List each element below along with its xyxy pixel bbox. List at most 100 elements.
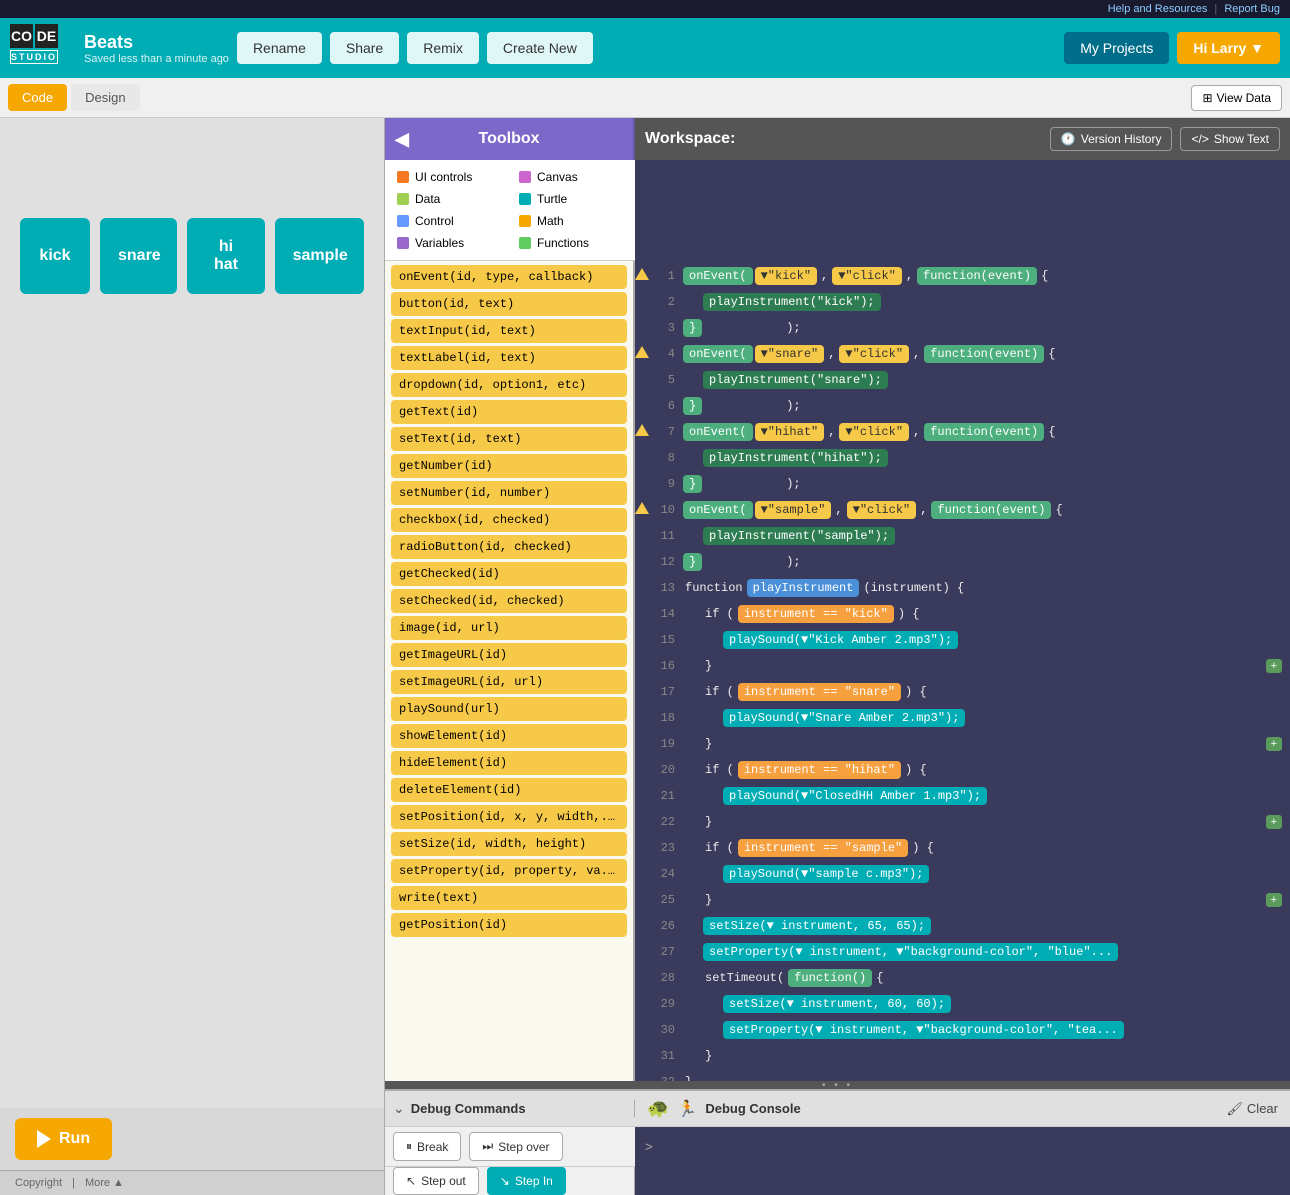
block-setImageURL[interactable]: setImageURL(id, url) — [391, 670, 627, 694]
code-lines: 1 onEvent(▼"kick",▼"click",function(even… — [635, 261, 1290, 1081]
workspace-header: Workspace: 🕐 Version History </> Show Te… — [635, 118, 1290, 160]
code-line-24: 24 playSound(▼"sample c.mp3"); — [635, 863, 1290, 889]
debug-console-section: 🐢 🏃 Debug Console 🖌 Clear — [635, 1098, 1290, 1119]
cat-turtle[interactable]: Turtle — [515, 190, 627, 208]
beat-snare-button[interactable]: snare — [100, 218, 177, 294]
block-image[interactable]: image(id, url) — [391, 616, 627, 640]
logo-cell-de: DE — [35, 24, 58, 48]
version-history-button[interactable]: 🕐 Version History — [1050, 127, 1173, 151]
code-line-16: 16 }+ — [635, 655, 1290, 681]
block-setPosition[interactable]: setPosition(id, x, y, width,... — [391, 805, 627, 829]
copyright-text: Copyright — [15, 1177, 62, 1189]
cat-control[interactable]: Control — [393, 212, 505, 230]
block-getChecked[interactable]: getChecked(id) — [391, 562, 627, 586]
share-button[interactable]: Share — [330, 32, 399, 64]
tab-design[interactable]: Design — [71, 84, 139, 111]
cat-functions[interactable]: Functions — [515, 234, 627, 252]
clear-button[interactable]: 🖌 Clear — [1226, 1101, 1278, 1117]
resize-handle[interactable]: • • • — [385, 1081, 1290, 1089]
play-icon — [37, 1130, 51, 1148]
warning-icon — [635, 502, 649, 514]
cat-math[interactable]: Math — [515, 212, 627, 230]
logo-cell-co: CO — [10, 24, 33, 48]
remix-button[interactable]: Remix — [407, 32, 479, 64]
block-getPosition[interactable]: getPosition(id) — [391, 913, 627, 937]
warning-icon — [635, 268, 649, 280]
code-line-25: 25 }+ — [635, 889, 1290, 915]
code-line-2: 2 playInstrument("kick"); — [635, 291, 1290, 317]
back-arrow-icon[interactable]: ◀ — [395, 129, 409, 150]
debug-chevron-icon[interactable]: ⌄ — [393, 1100, 405, 1117]
debug-step-btn-group: ↖ Step out ↘ Step In — [385, 1167, 635, 1195]
block-write[interactable]: write(text) — [391, 886, 627, 910]
code-line-23: 23 if (instrument == "sample") { — [635, 837, 1290, 863]
code-line-15: 15 playSound(▼"Kick Amber 2.mp3"); — [635, 629, 1290, 655]
categories-row: UI controls Canvas Data Turtle Control M… — [385, 160, 1290, 261]
block-button[interactable]: button(id, text) — [391, 292, 627, 316]
more-link[interactable]: More ▲ — [85, 1177, 124, 1189]
debug-console-input[interactable]: > — [635, 1127, 1290, 1167]
project-info: Beats Saved less than a minute ago — [84, 32, 229, 65]
block-dropdown[interactable]: dropdown(id, option1, etc) — [391, 373, 627, 397]
report-bug-link[interactable]: Report Bug — [1224, 3, 1280, 15]
beat-hihat-button[interactable]: hi hat — [187, 218, 264, 294]
logo-cell-studio: STUDIO — [10, 50, 58, 64]
beat-sample-button[interactable]: sample — [275, 218, 364, 294]
code-line-30: 30 setProperty(▼ instrument, ▼"backgroun… — [635, 1019, 1290, 1045]
block-radioButton[interactable]: radioButton(id, checked) — [391, 535, 627, 559]
block-getNumber[interactable]: getNumber(id) — [391, 454, 627, 478]
debug-buttons-row: ⏸ Break ⏭ Step over > — [385, 1127, 1290, 1167]
block-playSound[interactable]: playSound(url) — [391, 697, 627, 721]
run-button[interactable]: Run — [15, 1118, 112, 1160]
step-over-button[interactable]: ⏭ Step over — [469, 1132, 562, 1161]
second-row: Code Design ⊞ View Data — [0, 78, 1290, 118]
block-checkbox[interactable]: checkbox(id, checked) — [391, 508, 627, 532]
left-panel: kick snare hi hat sample Run Copyright |… — [0, 118, 385, 1195]
block-deleteElement[interactable]: deleteElement(id) — [391, 778, 627, 802]
beat-kick-button[interactable]: kick — [20, 218, 90, 294]
code-line-26: 26 setSize(▼ instrument, 65, 65); — [635, 915, 1290, 941]
workspace-label: Workspace: — [645, 130, 735, 148]
block-onEvent[interactable]: onEvent(id, type, callback) — [391, 265, 627, 289]
create-new-button[interactable]: Create New — [487, 32, 593, 64]
cat-variables[interactable]: Variables — [393, 234, 505, 252]
block-textLabel[interactable]: textLabel(id, text) — [391, 346, 627, 370]
block-showElement[interactable]: showElement(id) — [391, 724, 627, 748]
code-line-13: 13 functionplayInstrument(instrument) { — [635, 577, 1290, 603]
debug-commands-section: ⌄ Debug Commands — [385, 1100, 635, 1117]
debug-header: ⌄ Debug Commands 🐢 🏃 Debug Console 🖌 Cle… — [385, 1091, 1290, 1127]
right-panel: ◀ Toolbox Workspace: 🕐 Version History <… — [385, 118, 1290, 1195]
code-line-8: 8 playInstrument("hihat"); — [635, 447, 1290, 473]
cat-ui-controls[interactable]: UI controls — [393, 168, 505, 186]
block-setProperty[interactable]: setProperty(id, property, va... — [391, 859, 627, 883]
table-icon: ⊞ — [1202, 91, 1212, 105]
hi-larry-button[interactable]: Hi Larry ▼ — [1177, 32, 1280, 64]
code-line-4: 4 onEvent(▼"snare",▼"click",function(eve… — [635, 343, 1290, 369]
code-line-28: 28 setTimeout(function(){ — [635, 967, 1290, 993]
block-setChecked[interactable]: setChecked(id, checked) — [391, 589, 627, 613]
code-line-1: 1 onEvent(▼"kick",▼"click",function(even… — [635, 265, 1290, 291]
help-link[interactable]: Help and Resources — [1108, 3, 1208, 15]
toolbox-panel: onEvent(id, type, callback) button(id, t… — [385, 261, 635, 1081]
block-setText[interactable]: setText(id, text) — [391, 427, 627, 451]
block-setNumber[interactable]: setNumber(id, number) — [391, 481, 627, 505]
block-textInput[interactable]: textInput(id, text) — [391, 319, 627, 343]
code-line-18: 18 playSound(▼"Snare Amber 2.mp3"); — [635, 707, 1290, 733]
break-button[interactable]: ⏸ Break — [393, 1132, 461, 1161]
show-text-button[interactable]: </> Show Text — [1180, 127, 1280, 151]
toolbox-label: Toolbox — [478, 130, 539, 148]
copyright-bar: Copyright | More ▲ — [0, 1170, 384, 1195]
code-line-10: 10 onEvent(▼"sample",▼"click",function(e… — [635, 499, 1290, 525]
block-getImageURL[interactable]: getImageURL(id) — [391, 643, 627, 667]
my-projects-button[interactable]: My Projects — [1064, 32, 1169, 64]
step-in-button[interactable]: ↘ Step In — [487, 1167, 566, 1195]
block-hideElement[interactable]: hideElement(id) — [391, 751, 627, 775]
block-setSize[interactable]: setSize(id, width, height) — [391, 832, 627, 856]
view-data-button[interactable]: ⊞ View Data — [1191, 85, 1282, 111]
block-getText[interactable]: getText(id) — [391, 400, 627, 424]
step-out-button[interactable]: ↖ Step out — [393, 1167, 479, 1195]
tab-code[interactable]: Code — [8, 84, 67, 111]
rename-button[interactable]: Rename — [237, 32, 322, 64]
cat-canvas[interactable]: Canvas — [515, 168, 627, 186]
cat-data[interactable]: Data — [393, 190, 505, 208]
